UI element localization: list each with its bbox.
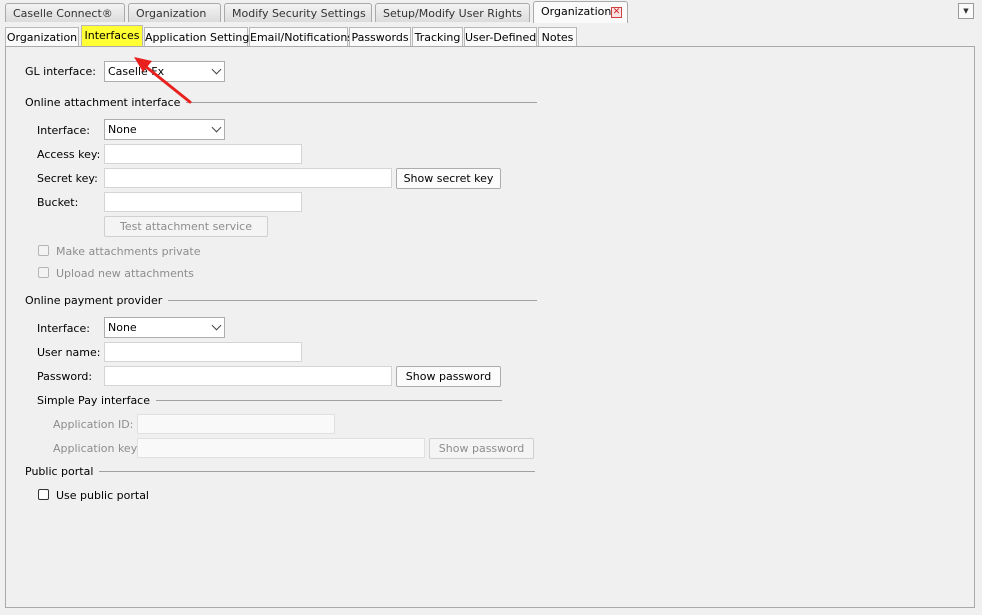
doc-tab-modify-security-settings[interactable]: Modify Security Settings [224, 3, 372, 22]
attachment-interface-select[interactable]: None [104, 119, 225, 140]
tab-application-settings[interactable]: Application Settings [144, 27, 255, 46]
divider [156, 399, 502, 401]
tab-label: Email/Notifications [250, 31, 354, 44]
tab-label: Interfaces [84, 29, 140, 42]
upload-new-attachments-checkbox[interactable] [38, 267, 49, 278]
interfaces-panel: GL interface: Caselle Fx Online attachme… [5, 46, 975, 608]
attachment-section-title: Online attachment interface [25, 95, 181, 109]
public-portal-section-header: Public portal [25, 464, 535, 478]
bucket-label: Bucket: [37, 196, 79, 209]
tab-notes[interactable]: Notes [538, 27, 577, 46]
attachment-interface-value: None [108, 123, 137, 136]
chevron-down-icon [211, 320, 222, 331]
user-name-label: User name: [37, 346, 101, 359]
payment-interface-label: Interface: [37, 322, 90, 335]
application-key-input[interactable] [137, 438, 425, 458]
doc-tab-label: Setup/Modify User Rights [383, 7, 522, 20]
gl-interface-value: Caselle Fx [108, 65, 165, 78]
doc-tab-label: Caselle Connect® [13, 7, 113, 20]
secret-key-input[interactable] [104, 168, 392, 188]
doc-tab-caselle-connect[interactable]: Caselle Connect® [5, 3, 125, 22]
password-label: Password: [37, 370, 93, 383]
gl-interface-label: GL interface: [25, 65, 96, 78]
secret-key-label: Secret key: [37, 172, 98, 185]
doc-tab-setup-modify-user-rights[interactable]: Setup/Modify User Rights [375, 3, 530, 22]
tab-label: User-Defined [465, 31, 537, 44]
access-key-label: Access key: [37, 148, 101, 161]
payment-section-title: Online payment provider [25, 293, 163, 307]
divider [186, 101, 537, 103]
divider [168, 299, 537, 301]
document-tab-strip: Caselle Connect® Organization Modify Sec… [0, 0, 982, 23]
tab-list-dropdown-icon[interactable]: ▼ [958, 3, 974, 19]
doc-tab-label: Organization [136, 7, 207, 20]
access-key-input[interactable] [104, 144, 302, 164]
application-id-input[interactable] [137, 414, 335, 434]
tab-tracking[interactable]: Tracking [412, 27, 463, 46]
tab-label: Passwords [351, 31, 409, 44]
gl-interface-select[interactable]: Caselle Fx [104, 61, 225, 82]
make-attachments-private-checkbox[interactable] [38, 245, 49, 256]
tab-label: Application Settings [145, 31, 256, 44]
divider [99, 470, 535, 472]
attachment-interface-label: Interface: [37, 124, 90, 137]
payment-section-header: Online payment provider [25, 293, 537, 307]
tab-label: Organization [6, 31, 78, 44]
public-portal-section-title: Public portal [25, 464, 94, 478]
simple-pay-section-header: Simple Pay interface [37, 393, 502, 407]
tab-label: Notes [541, 31, 574, 44]
application-id-label: Application ID: [53, 418, 134, 431]
tab-organization[interactable]: Organization [5, 27, 79, 46]
show-password-button[interactable]: Show password [396, 366, 501, 387]
show-secret-key-button[interactable]: Show secret key [396, 168, 501, 189]
payment-interface-select[interactable]: None [104, 317, 225, 338]
doc-tab-organization-active[interactable]: Organization ✕ [533, 1, 628, 23]
chevron-down-icon [211, 122, 222, 133]
tab-email-notifications[interactable]: Email/Notifications [249, 27, 353, 46]
bucket-input[interactable] [104, 192, 302, 212]
payment-interface-value: None [108, 321, 137, 334]
chevron-down-icon [211, 64, 222, 75]
tab-interfaces[interactable]: Interfaces [81, 25, 143, 46]
simple-pay-section-title: Simple Pay interface [37, 393, 151, 407]
doc-tab-label: Organization [541, 5, 612, 18]
attachment-section-header: Online attachment interface [25, 95, 537, 109]
use-public-portal-checkbox[interactable] [38, 489, 49, 500]
test-attachment-service-button[interactable]: Test attachment service [104, 216, 268, 237]
simple-pay-show-password-button[interactable]: Show password [429, 438, 534, 459]
use-public-portal-label: Use public portal [56, 489, 149, 502]
tab-passwords[interactable]: Passwords [349, 27, 411, 46]
close-icon[interactable]: ✕ [611, 7, 622, 18]
user-name-input[interactable] [104, 342, 302, 362]
application-key-label: Application key: [53, 442, 141, 455]
tab-user-defined[interactable]: User-Defined [464, 27, 537, 46]
page-tab-strip: Organization Interfaces Application Sett… [5, 25, 975, 46]
tab-label: Tracking [414, 31, 461, 44]
password-input[interactable] [104, 366, 392, 386]
make-attachments-private-label: Make attachments private [56, 245, 201, 258]
doc-tab-organization[interactable]: Organization [128, 3, 221, 22]
doc-tab-label: Modify Security Settings [232, 7, 366, 20]
upload-new-attachments-label: Upload new attachments [56, 267, 194, 280]
